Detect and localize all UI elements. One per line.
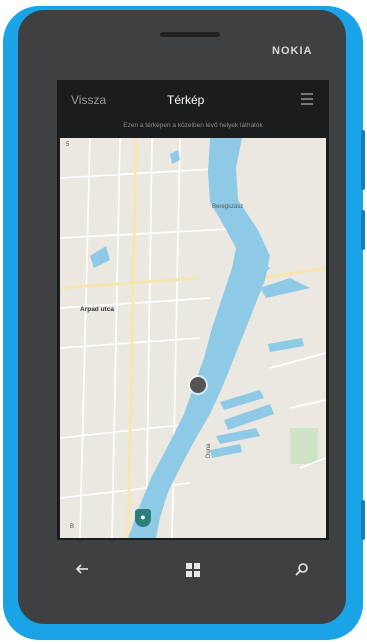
map-watermark: B <box>70 524 75 530</box>
windows-start-icon[interactable] <box>185 562 201 578</box>
tab-map[interactable]: Térkép <box>167 93 204 107</box>
map-view[interactable]: 5 Beregszász Arpad utca Duna B ● <box>60 138 326 538</box>
map-label-river: Duna <box>206 443 212 458</box>
brand-logo: NOKIA <box>272 45 313 57</box>
map-canvas <box>60 138 326 538</box>
back-arrow-icon[interactable] <box>75 562 89 576</box>
volume-button <box>361 130 365 190</box>
map-label-district: Beregszász <box>212 204 244 210</box>
menu-icon[interactable] <box>299 92 315 106</box>
speaker-grille <box>160 32 220 37</box>
system-navbar <box>57 542 329 598</box>
app-header: Vissza Térkép <box>57 80 329 120</box>
power-button <box>361 210 365 250</box>
screen: Vissza Térkép Ezen a térképen a közelben… <box>57 80 329 540</box>
camera-button <box>361 500 365 540</box>
tab-back[interactable]: Vissza <box>71 93 106 107</box>
place-pin-icon[interactable]: ● <box>135 509 151 527</box>
map-subtitle: Ezen a térképen a közelben lévő helyek l… <box>123 122 263 129</box>
map-corner-label: 5 <box>66 142 70 148</box>
map-label-street: Arpad utca <box>80 306 114 313</box>
current-location-marker <box>190 377 206 393</box>
search-icon[interactable] <box>295 562 309 576</box>
